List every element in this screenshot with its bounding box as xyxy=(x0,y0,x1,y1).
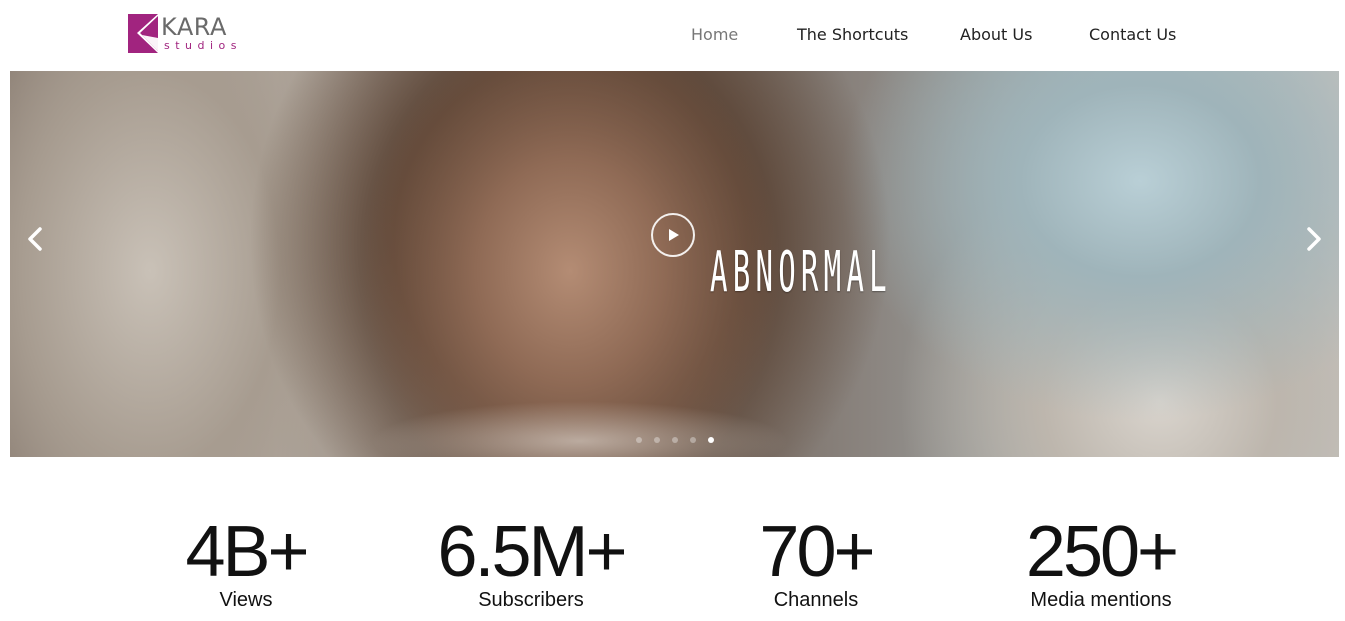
hero-carousel: ABNORMAL xyxy=(10,71,1339,457)
carousel-dot[interactable] xyxy=(672,437,678,443)
kara-k-icon xyxy=(128,14,158,53)
nav-the-shortcuts[interactable]: The Shortcuts xyxy=(797,24,908,46)
stat-value: 70+ xyxy=(759,512,875,592)
play-video-button[interactable] xyxy=(651,213,695,257)
stat-media-mentions: 250+ Media mentions xyxy=(971,512,1231,612)
carousel-next-button[interactable] xyxy=(1295,221,1331,257)
carousel-dot[interactable] xyxy=(636,437,642,443)
chevron-right-icon xyxy=(1307,227,1321,251)
chevron-left-icon xyxy=(28,227,42,251)
nav-home[interactable]: Home xyxy=(691,24,738,46)
carousel-prev-button[interactable] xyxy=(18,221,54,257)
carousel-dot-active[interactable] xyxy=(708,437,714,443)
stat-label: Views xyxy=(219,589,273,611)
stat-views: 4B+ Views xyxy=(116,512,376,612)
stat-value: 4B+ xyxy=(185,512,309,592)
hero-image xyxy=(370,401,790,457)
logo-wordmark: KARA xyxy=(161,13,227,41)
stat-subscribers: 6.5M+ Subscribers xyxy=(401,512,661,612)
carousel-dot[interactable] xyxy=(654,437,660,443)
hero-title: ABNORMAL xyxy=(710,240,892,305)
kara-studios-logo[interactable]: KARA studios xyxy=(128,13,248,56)
stat-channels: 70+ Channels xyxy=(686,512,946,612)
stat-value: 6.5M+ xyxy=(437,512,627,592)
site-header: KARA studios Home The Shortcuts About Us… xyxy=(0,0,1345,71)
nav-contact-us[interactable]: Contact Us xyxy=(1089,24,1176,46)
stat-value: 250+ xyxy=(1025,512,1179,592)
stat-label: Channels xyxy=(773,589,859,611)
stat-label: Media mentions xyxy=(1030,589,1172,611)
carousel-dot[interactable] xyxy=(690,437,696,443)
play-icon xyxy=(669,229,679,241)
nav-about-us[interactable]: About Us xyxy=(960,24,1032,46)
logo-subtitle: studios xyxy=(164,39,243,52)
